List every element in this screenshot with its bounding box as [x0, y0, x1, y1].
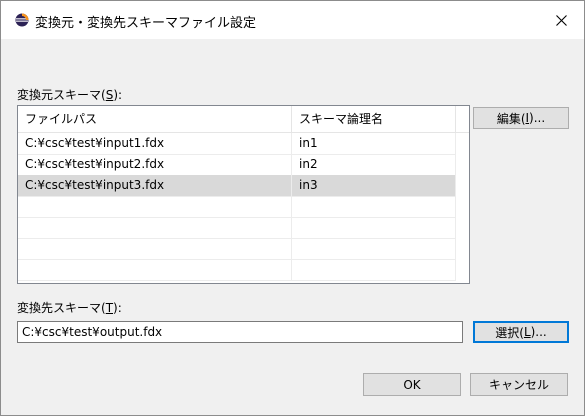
source-schema-label-prefix: 変換元スキーマ( [17, 88, 106, 102]
edit-button-prefix: 編集( [496, 111, 526, 126]
schema-name-cell [292, 196, 456, 217]
schema-name-cell: in3 [292, 175, 456, 196]
select-button[interactable]: 選択(L)... [473, 321, 569, 343]
select-button-mnemonic: L [523, 325, 531, 339]
source-schema-table[interactable]: ファイルパス スキーマ論理名 C:¥csc¥test¥input1.fdx in1… [17, 105, 470, 284]
table-row-empty [18, 196, 456, 218]
schema-name-cell: in2 [292, 154, 456, 175]
schema-name-cell [292, 259, 456, 280]
schema-name-cell [292, 217, 456, 238]
file-path-cell: C:¥csc¥test¥input3.fdx [18, 175, 292, 196]
destination-schema-label-mnemonic: T [105, 301, 114, 315]
column-header-schema-name[interactable]: スキーマ論理名 [292, 106, 456, 132]
window-title: 変換元・変換先スキーマファイル設定 [35, 16, 257, 31]
file-path-cell [18, 238, 292, 259]
table-row-empty [18, 259, 456, 281]
title-bar[interactable]: 変換元・変換先スキーマファイル設定 [1, 1, 584, 39]
select-button-suffix: )... [530, 325, 547, 339]
table-row-empty [18, 217, 456, 239]
source-schema-label: 変換元スキーマ(S): [17, 86, 122, 103]
eclipse-icon [15, 13, 29, 27]
destination-schema-label-prefix: 変換先スキーマ( [17, 301, 106, 315]
close-button[interactable] [538, 1, 584, 39]
file-path-cell: C:¥csc¥test¥input1.fdx [18, 133, 292, 154]
destination-schema-label: 変換先スキーマ(T): [17, 299, 122, 316]
file-path-cell: C:¥csc¥test¥input2.fdx [18, 154, 292, 175]
file-path-cell [18, 259, 292, 280]
table-row[interactable]: C:¥csc¥test¥input1.fdx in1 [18, 133, 456, 155]
table-filler-column [456, 133, 469, 283]
schema-name-cell [292, 238, 456, 259]
destination-schema-label-suffix: ): [113, 301, 122, 315]
cancel-button[interactable]: キャンセル [470, 373, 568, 396]
destination-path-input[interactable] [17, 321, 463, 343]
dialog-window: 変換元・変換先スキーマファイル設定 変換元スキーマ(S): ファイルパス スキー… [0, 0, 585, 416]
table-header: ファイルパス スキーマ論理名 [18, 106, 469, 133]
ok-button[interactable]: OK [363, 373, 461, 396]
source-schema-label-suffix: ): [113, 88, 123, 102]
column-header-file-path[interactable]: ファイルパス [18, 106, 292, 132]
file-path-cell [18, 196, 292, 217]
file-path-cell [18, 217, 292, 238]
select-button-prefix: 選択( [495, 325, 524, 340]
schema-name-cell: in1 [292, 133, 456, 154]
table-row[interactable]: C:¥csc¥test¥input2.fdx in2 [18, 154, 456, 176]
close-icon [555, 14, 567, 26]
edit-button[interactable]: 編集(I)... [473, 107, 569, 129]
edit-button-suffix: )... [529, 111, 546, 125]
table-row[interactable]: C:¥csc¥test¥input3.fdx in3 [18, 175, 456, 197]
table-row-empty [18, 238, 456, 260]
column-header-filler [456, 106, 469, 132]
